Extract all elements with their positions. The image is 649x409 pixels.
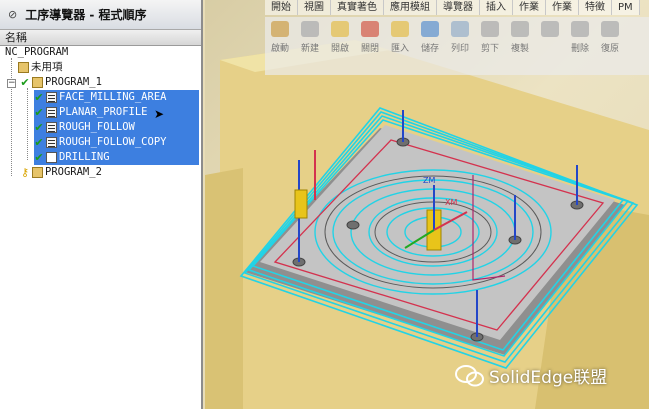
button-label: 復原 [600, 44, 619, 54]
tab-pm[interactable]: PM [612, 0, 640, 15]
tree-item-label: 未用項 [31, 61, 63, 73]
planar-profile-operation-icon [46, 107, 57, 118]
folder-icon [32, 167, 43, 178]
button-label: 列印 [450, 44, 469, 54]
close-button[interactable]: 關閉 [356, 21, 384, 54]
tree-item-rough-follow-copy[interactable]: ✔ ROUGH_FOLLOW_COPY [34, 135, 199, 150]
tree-item-planar-profile[interactable]: ✔ PLANAR_PROFILE [34, 105, 199, 120]
open-icon [331, 21, 349, 37]
cut-button[interactable]: 剪下 [476, 21, 504, 54]
tab-start[interactable]: 開始 [265, 0, 298, 15]
face-milling-operation-icon [46, 92, 57, 103]
collapse-toggle[interactable]: − [7, 79, 16, 88]
tree-item-drilling[interactable]: ✔ DRILLING [34, 150, 199, 165]
mouse-cursor-icon: ➤ [154, 107, 165, 121]
button-label: 刪除 [570, 44, 589, 54]
button-label: 剪下 [480, 44, 499, 54]
tab-feature[interactable]: 特徵 [579, 0, 612, 15]
axis-label-xm: XM [445, 198, 457, 207]
navigator-title: 工序導覽器 - 程式順序 [25, 8, 147, 22]
tree-item-label: DRILLING [59, 151, 110, 163]
watermark-text: SolidEdge联盟 [489, 368, 608, 388]
axis-label-zm: ZM [423, 176, 435, 185]
key-icon: ⚷ [20, 166, 30, 179]
button-label: 匯入 [390, 44, 409, 54]
close-icon [361, 21, 379, 37]
tool-holder [294, 189, 308, 219]
save-button[interactable]: 儲存 [416, 21, 444, 54]
copy-button[interactable]: 複製 [506, 21, 534, 54]
tab-true-shading[interactable]: 真實著色 [331, 0, 384, 15]
tree-item-label: ROUGH_FOLLOW_COPY [59, 136, 167, 148]
tree-line [11, 58, 12, 176]
open-button[interactable]: 開啟 [326, 21, 354, 54]
start-button[interactable]: 啟動 [266, 21, 294, 54]
check-icon: ✔ [34, 121, 44, 134]
tab-operation-2[interactable]: 作業 [546, 0, 579, 15]
tab-navigator[interactable]: 導覽器 [437, 0, 480, 15]
button-label: 開啟 [330, 44, 349, 54]
print-icon [451, 21, 469, 37]
paste-button[interactable] [536, 21, 564, 41]
ribbon-toolbar: 啟動 新建 開啟 關閉 匯入 儲存 列印 剪下 複製 刪除 復原 [265, 17, 649, 75]
tree-item-rough-follow[interactable]: ✔ ROUGH_FOLLOW [34, 120, 199, 135]
check-icon: ✔ [20, 76, 30, 89]
new-button[interactable]: 新建 [296, 21, 324, 54]
tree-item-face-milling-area[interactable]: ✔ FACE_MILLING_AREA [34, 90, 199, 105]
paste-icon [541, 21, 559, 37]
folder-icon [18, 62, 29, 73]
button-label: 啟動 [270, 44, 289, 54]
tab-view[interactable]: 視圖 [298, 0, 331, 15]
import-button[interactable]: 匯入 [386, 21, 414, 54]
operation-navigator-panel: ⊘ 工序導覽器 - 程式順序 名稱 − NC_PROGRAM 未用項 ✔ PRO… [0, 0, 203, 409]
watermark: SolidEdge联盟 [455, 363, 607, 388]
tree-item-label: ROUGH_FOLLOW [59, 121, 135, 133]
app-window: ⊘ 工序導覽器 - 程式順序 名稱 − NC_PROGRAM 未用項 ✔ PRO… [0, 0, 649, 409]
folder-icon [32, 77, 43, 88]
print-button[interactable]: 列印 [446, 21, 474, 54]
tree-item-program-1[interactable]: ✔ PROGRAM_1 [20, 75, 102, 90]
drilling-operation-icon [46, 152, 57, 163]
button-label: 新建 [300, 44, 319, 54]
check-icon: ✔ [34, 136, 44, 149]
tree-item-unused[interactable]: 未用項 [16, 60, 63, 75]
button-label: 複製 [510, 44, 529, 54]
new-icon [301, 21, 319, 37]
tree-item-nc-program[interactable]: NC_PROGRAM [5, 45, 68, 60]
tab-operation[interactable]: 作業 [513, 0, 546, 15]
start-icon [271, 21, 289, 37]
button-label: 關閉 [360, 44, 379, 54]
undo-icon [601, 21, 619, 37]
graphics-viewport[interactable]: ZM XM 開始 視圖 真實著色 應用模組 導覽器 插入 作業 作業 特徵 PM… [205, 0, 649, 409]
delete-button[interactable]: 刪除 [566, 21, 594, 54]
tree-item-label: FACE_MILLING_AREA [59, 91, 167, 103]
tree-item-label: PROGRAM_1 [45, 76, 102, 88]
tree-item-label: NC_PROGRAM [5, 46, 69, 58]
check-icon: ✔ [34, 151, 44, 164]
check-icon: ✔ [34, 91, 44, 104]
save-icon [421, 21, 439, 37]
tree-item-label: PLANAR_PROFILE [59, 106, 148, 118]
button-label: 儲存 [420, 44, 439, 54]
tab-insert[interactable]: 插入 [480, 0, 513, 15]
cut-icon [481, 21, 499, 37]
copy-icon [511, 21, 529, 37]
pin-icon[interactable]: ⊘ [8, 8, 17, 21]
check-icon: ✔ [34, 106, 44, 119]
rough-follow-operation-icon [46, 122, 57, 133]
rough-follow-operation-icon [46, 137, 57, 148]
wechat-logo-icon [455, 364, 484, 386]
import-icon [391, 21, 409, 37]
tree-line [27, 88, 28, 160]
fixture-side [205, 168, 243, 409]
undo-button[interactable]: 復原 [596, 21, 624, 54]
delete-icon [571, 21, 589, 37]
tree-item-label: PROGRAM_2 [45, 166, 102, 178]
tab-application[interactable]: 應用模組 [384, 0, 437, 15]
navigator-title-bar: ⊘ 工序導覽器 - 程式順序 [0, 0, 201, 30]
tree-item-program-2[interactable]: ⚷ PROGRAM_2 [20, 165, 102, 180]
ribbon-tabs: 開始 視圖 真實著色 應用模組 導覽器 插入 作業 作業 特徵 PM [265, 0, 640, 15]
column-header-name[interactable]: 名稱 [0, 30, 201, 46]
